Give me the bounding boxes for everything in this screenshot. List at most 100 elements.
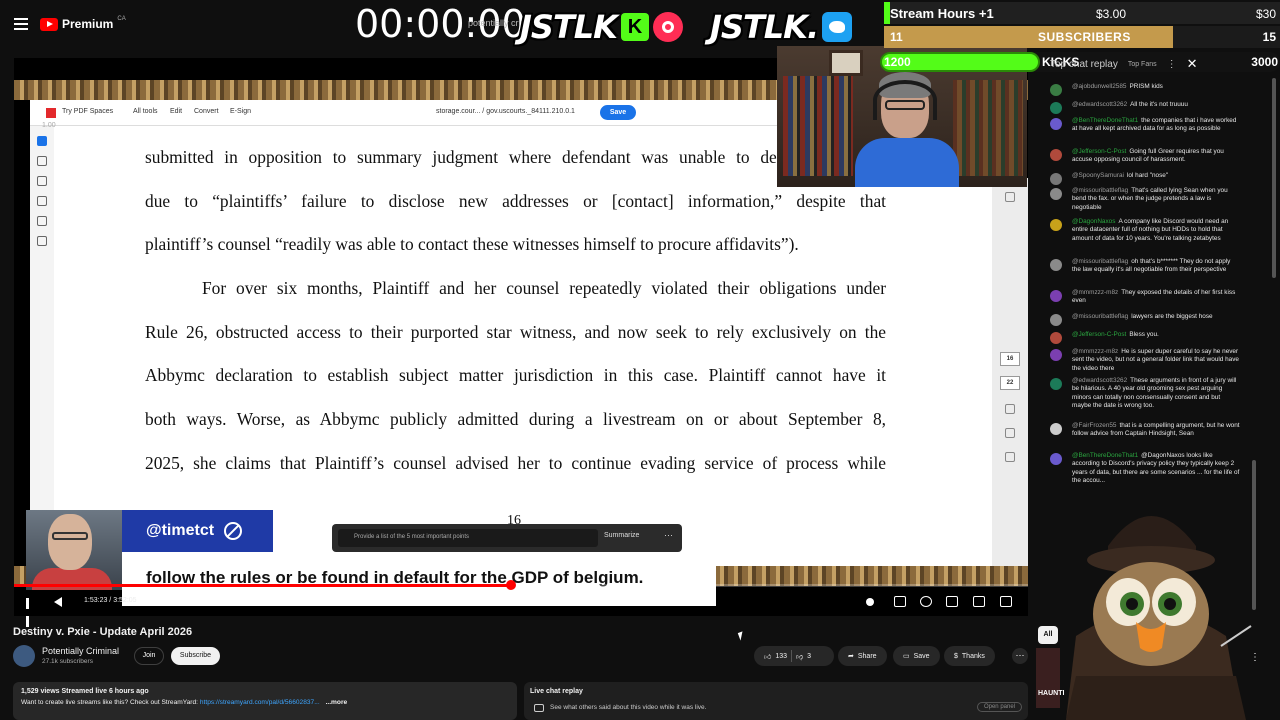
show-more-link[interactable]: ...more <box>326 699 348 706</box>
chat-avatar[interactable] <box>1050 219 1062 231</box>
chat-username[interactable]: @BenThereDoneThat1 <box>1072 117 1138 124</box>
subtitles-icon[interactable] <box>894 596 906 607</box>
page-total: 22 <box>1000 376 1020 390</box>
country-code: CA <box>117 16 126 22</box>
cast-icon[interactable] <box>973 596 985 607</box>
youtube-logo[interactable]: Premium CA <box>40 16 126 31</box>
live-chat-replay-title: Live chat replay <box>530 688 583 695</box>
autoplay-toggle[interactable] <box>866 598 874 606</box>
chat-sort-dropdown[interactable]: Top chat replay <box>1050 59 1118 70</box>
chat-avatar[interactable] <box>1050 314 1062 326</box>
chat-username[interactable]: @missouribattleflag <box>1072 187 1128 194</box>
goal-label: Stream Hours +1 <box>890 6 994 21</box>
chat-username[interactable]: @ajobdunwell2585 <box>1072 83 1126 90</box>
chat-avatar[interactable] <box>1050 423 1062 435</box>
kick-icon: K <box>620 13 649 41</box>
fullscreen-icon[interactable] <box>1000 596 1012 607</box>
subscriber-count: 27.1k subscribers <box>42 658 93 665</box>
miniplayer-icon[interactable] <box>946 596 958 607</box>
thumbs-down-icon[interactable]: 👎︎ <box>796 652 803 661</box>
progress-bar[interactable] <box>14 580 1028 590</box>
recommended-thumbnail[interactable] <box>1036 648 1060 708</box>
dislike-count[interactable]: 3 <box>807 653 811 660</box>
like-count[interactable]: 133 <box>775 653 787 660</box>
chat-message: @ajobdunwell2585 PRISM kids <box>1050 83 1240 96</box>
channel-avatar[interactable] <box>13 645 35 667</box>
hamburger-menu-icon[interactable] <box>14 18 28 30</box>
bookmark-icon: ▭ <box>903 653 910 660</box>
chat-username[interactable]: @FairFrozen55 <box>1072 422 1117 429</box>
chat-avatar[interactable] <box>1050 149 1062 161</box>
volume-icon[interactable] <box>54 596 68 610</box>
chat-icon <box>534 704 544 712</box>
chat-avatar[interactable] <box>1050 290 1062 302</box>
chat-username[interactable]: @mmmzzz-m8z <box>1072 348 1118 355</box>
subscribe-button[interactable]: Subscribe <box>171 647 220 665</box>
chat-username[interactable]: @mmmzzz-m8z <box>1072 289 1118 296</box>
recommended-thumbnail-text: HAUNTI <box>1038 690 1065 697</box>
close-chat-icon[interactable]: ✕ <box>1187 56 1198 72</box>
chat-message: @missouribattleflag oh that's b******* Th… <box>1050 258 1240 275</box>
chat-scrollbar[interactable] <box>1272 78 1276 278</box>
chat-avatar[interactable] <box>1050 84 1062 96</box>
chat-username[interactable]: @Jefferson-C-Post <box>1072 331 1126 338</box>
thumbs-up-icon[interactable]: 👍︎ <box>764 652 771 661</box>
chat-username[interactable]: @BenThereDoneThat1 <box>1072 452 1138 459</box>
chat-text: Bless you. <box>1129 331 1159 338</box>
pdf-left-toolbar <box>30 126 54 546</box>
frame-label: 1.00 <box>42 122 56 129</box>
chat-username[interactable]: @missouribattleflag <box>1072 258 1128 265</box>
chat-avatar[interactable] <box>1050 378 1062 390</box>
doc-line: both ways. Worse, as Abbymc publicly adm… <box>145 409 886 430</box>
chat-username[interactable]: @DagonNaxos <box>1072 218 1115 225</box>
join-button[interactable]: Join <box>134 647 164 665</box>
open-panel-button[interactable]: Open panel <box>976 702 1022 712</box>
chat-username[interactable]: @Jefferson-C-Post <box>1072 148 1126 155</box>
chat-avatar[interactable] <box>1050 259 1062 271</box>
doc-line: plaintiff’s counsel “readily was able to… <box>145 234 799 255</box>
goal-current: $3.00 <box>1096 7 1127 21</box>
chat-text: All the it's not truuuu <box>1130 101 1188 108</box>
recommended-more-icon[interactable]: ⋮ <box>1250 652 1260 663</box>
pause-icon[interactable] <box>26 596 36 627</box>
chat-header: Top chat replay Top Fans ⋮ ✕ <box>1050 56 1198 72</box>
share-button[interactable]: ➦ Share <box>838 646 887 666</box>
doc-line: due to “plaintiffs’ failure to disclose … <box>145 190 886 211</box>
video-title: Destiny v. Pxie - Update April 2026 <box>13 626 193 638</box>
brand-logo-twitter: JSTLK. <box>710 8 853 46</box>
chat-message: @DagonNaxos A company like Discord would … <box>1050 218 1240 243</box>
chat-username[interactable]: @missouribattleflag <box>1072 313 1128 320</box>
chat-message: @BenThereDoneThat1 the companies that i h… <box>1050 117 1240 134</box>
thanks-button[interactable]: $ Thanks <box>944 646 995 666</box>
subscribers-goal: 11 SUBSCRIBERS 15 <box>884 26 1280 48</box>
top-fans-label[interactable]: Top Fans <box>1128 61 1157 68</box>
more-actions-icon[interactable]: ⋯ <box>1012 648 1028 664</box>
chat-avatar[interactable] <box>1050 173 1062 185</box>
chat-username[interactable]: @edwardscott3262 <box>1072 377 1127 384</box>
chat-avatar[interactable] <box>1050 188 1062 200</box>
description-link[interactable]: https://streamyard.com/pal/d/56602837... <box>200 699 320 706</box>
save-button[interactable]: ▭ Save <box>893 646 940 666</box>
ai-assistant-bar: Provide a list of the 5 most important p… <box>332 524 682 552</box>
chat-more-icon[interactable]: ⋮ <box>1167 59 1177 70</box>
chat-avatar[interactable] <box>1050 453 1062 465</box>
progress-scrubber[interactable] <box>505 580 516 590</box>
chat-username[interactable]: @edwardscott3262 <box>1072 101 1127 108</box>
video-description[interactable]: 1,529 views Streamed live 6 hours ago Wa… <box>13 682 517 720</box>
chat-username[interactable]: @SpoonySamurai <box>1072 172 1124 179</box>
brand-logo-kick: JSTLK K <box>520 8 683 46</box>
pdf-file-path: storage.cour... / gov.uscourts._84111.21… <box>436 108 575 115</box>
filter-chip-all[interactable]: All <box>1038 626 1058 644</box>
chat-message: @missouribattleflag lawyers are the bigge… <box>1050 313 1240 326</box>
chat-avatar[interactable] <box>1050 102 1062 114</box>
chat-avatar[interactable] <box>1050 332 1062 344</box>
chat-avatar[interactable] <box>1050 118 1062 130</box>
goal-label: SUBSCRIBERS <box>1038 30 1131 44</box>
chat-message: @Jefferson-C-Post Bless you. <box>1050 331 1240 344</box>
channel-name[interactable]: Potentially Criminal <box>42 646 119 656</box>
live-chat-replay-box: Live chat replay See what others said ab… <box>524 682 1028 720</box>
chat-message: @Jefferson-C-Post Going full Greer requir… <box>1050 148 1240 165</box>
settings-gear-icon[interactable] <box>920 596 932 607</box>
grid-view-icon <box>1005 192 1015 202</box>
chat-avatar[interactable] <box>1050 349 1062 361</box>
